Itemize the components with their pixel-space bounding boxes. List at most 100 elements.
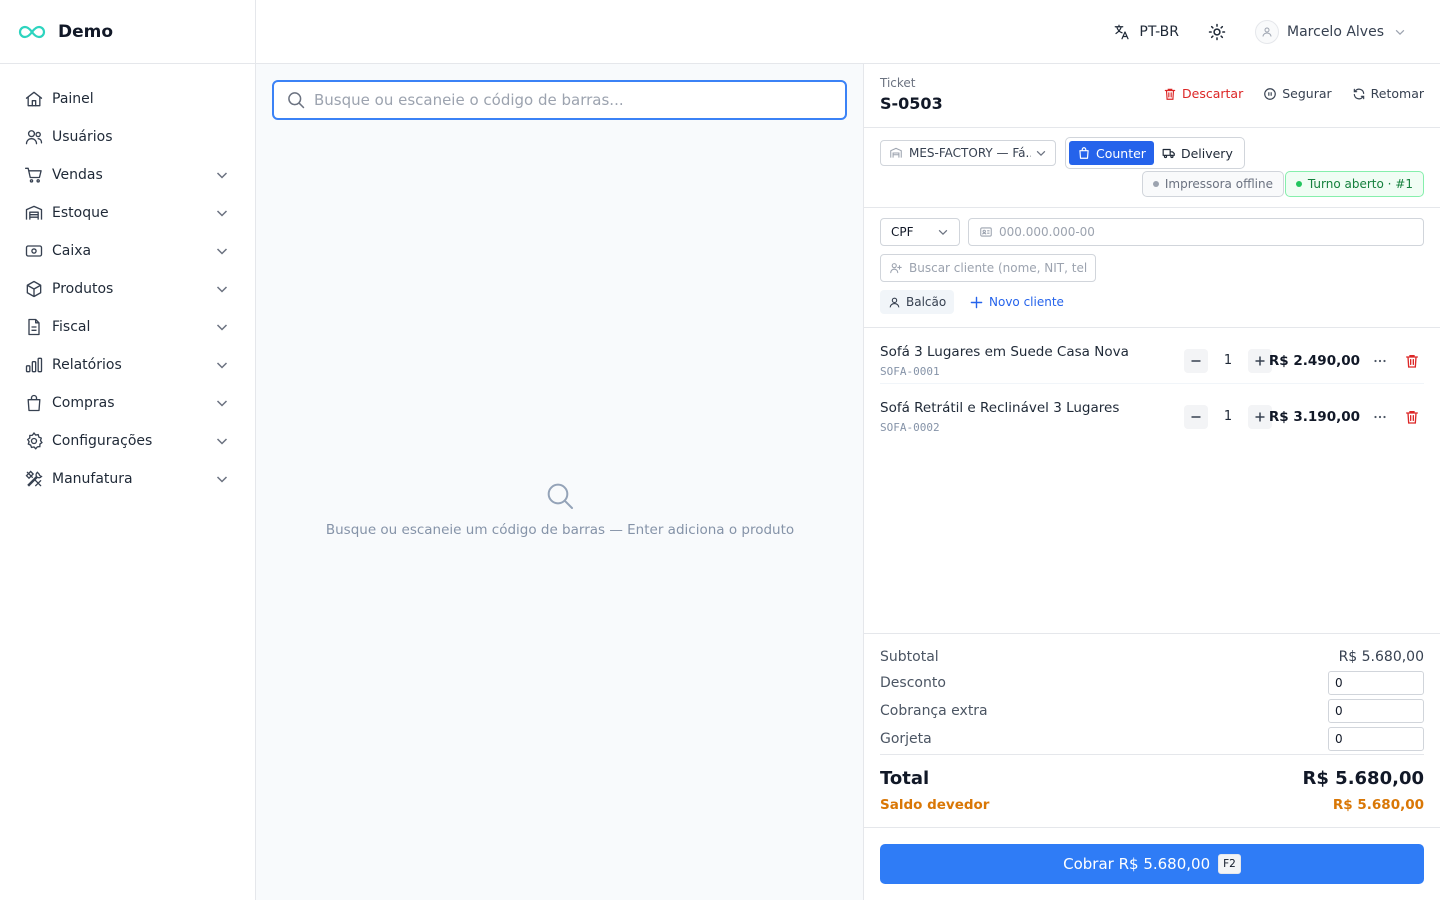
sidebar-item-label: Estoque <box>52 205 109 221</box>
mode-counter-label: Counter <box>1096 145 1146 161</box>
product-search-panel: Busque ou escaneie um código de barras —… <box>256 64 864 900</box>
location-select[interactable]: MES-FACTORY — Fá... <box>880 140 1056 166</box>
surcharge-input[interactable] <box>1328 699 1424 723</box>
status-dot <box>1295 181 1302 187</box>
sidebar-item-label: Manufatura <box>52 471 133 487</box>
resume-button[interactable]: Retomar <box>1352 86 1424 101</box>
language-label: PT-BR <box>1139 23 1180 40</box>
ticket-label: Ticket <box>880 76 916 90</box>
barcode-search-input[interactable] <box>314 91 834 109</box>
sidebar-item-relatorios[interactable]: Relatórios <box>0 346 255 384</box>
surcharge-label: Cobrança extra <box>880 703 988 719</box>
sidebar-item-estoque[interactable]: Estoque <box>0 194 255 232</box>
subtotal-row: Subtotal R$ 5.680,00 <box>880 644 1424 670</box>
sidebar-item-compras[interactable]: Compras <box>0 384 255 422</box>
sun-icon[interactable] <box>1207 22 1227 42</box>
sidebar-item-vendas[interactable]: Vendas <box>0 156 255 194</box>
language-switcher[interactable]: PT-BR <box>1113 23 1179 41</box>
user-plus-icon <box>889 261 903 275</box>
document-type-select[interactable]: CPF <box>880 218 960 246</box>
chevron-down-icon <box>215 168 229 182</box>
balance-due-row: Saldo devedor R$ 5.680,00 <box>880 792 1424 818</box>
sidebar-item-manufatura[interactable]: Manufatura <box>0 460 255 498</box>
translate-icon <box>1113 23 1131 41</box>
more-horizontal-icon[interactable] <box>1372 353 1388 369</box>
line-sku: SOFA-0001 <box>880 365 940 378</box>
shopping-bag-icon <box>1077 146 1091 160</box>
discount-input[interactable] <box>1328 671 1424 695</box>
customer-search-input[interactable] <box>909 261 1087 275</box>
sidebar-item-label: Configurações <box>52 433 153 449</box>
search-icon <box>544 480 576 512</box>
hold-button[interactable]: Segurar <box>1263 86 1332 101</box>
tools-icon <box>24 469 44 489</box>
sidebar-item-produtos[interactable]: Produtos <box>0 270 255 308</box>
ticket-options: MES-FACTORY — Fá... Counter Delivery Imp… <box>864 128 1440 208</box>
sidebar-item-configuracoes[interactable]: Configurações <box>0 422 255 460</box>
total-label: Total <box>880 767 930 789</box>
document-number-field[interactable] <box>968 218 1424 246</box>
customer-section: CPF Balcão Novo cliente <box>864 208 1440 328</box>
shift-status-badge: Turno aberto · #1 <box>1284 171 1424 197</box>
chevron-down-icon <box>215 244 229 258</box>
line-sku: SOFA-0002 <box>880 421 940 434</box>
sidebar-item-label: Usuários <box>52 129 113 145</box>
charge-button[interactable]: Cobrar R$ 5.680,00 F2 <box>880 844 1424 884</box>
sidebar-item-label: Painel <box>52 91 94 107</box>
charge-label: Cobrar R$ 5.680,00 <box>1063 855 1211 873</box>
walk-in-customer-chip[interactable]: Balcão <box>880 290 955 314</box>
decrease-qty-button[interactable] <box>1184 349 1208 373</box>
chevron-down-icon <box>215 434 229 448</box>
chevron-down-icon <box>215 358 229 372</box>
sidebar-item-label: Compras <box>52 395 115 411</box>
user-icon <box>888 296 901 309</box>
new-customer-button[interactable]: Novo cliente <box>970 290 1064 314</box>
mode-delivery-button[interactable]: Delivery <box>1154 141 1241 165</box>
chevron-down-icon <box>215 320 229 334</box>
chevron-down-icon <box>215 472 229 486</box>
balance-due-label: Saldo devedor <box>880 797 990 813</box>
cash-register-icon <box>24 241 44 261</box>
sidebar-item-label: Caixa <box>52 243 92 259</box>
brand-name: Demo <box>58 21 114 42</box>
line-price: R$ 2.490,00 <box>1268 353 1360 369</box>
tip-input[interactable] <box>1328 727 1424 751</box>
home-icon <box>24 89 44 109</box>
mode-delivery-label: Delivery <box>1180 145 1233 161</box>
mode-counter-button[interactable]: Counter <box>1069 141 1154 165</box>
ticket-panel: Ticket S-0503 Descartar Segurar Retomar … <box>864 64 1440 900</box>
cart-line: Sofá 3 Lugares em Suede Casa Nova SOFA-0… <box>880 328 1424 383</box>
status-dot <box>1152 181 1159 187</box>
box-icon <box>24 279 44 299</box>
trash-icon[interactable] <box>1404 353 1420 369</box>
document-number-input[interactable] <box>999 225 1413 239</box>
shift-status-text: Turno aberto · #1 <box>1307 177 1413 191</box>
sidebar: Demo Painel Usuários Vendas Estoque Caix… <box>0 0 256 900</box>
trash-icon <box>1163 87 1177 101</box>
brand[interactable]: Demo <box>0 0 255 64</box>
sidebar-item-label: Produtos <box>52 281 114 297</box>
balance-due-value: R$ 5.680,00 <box>1332 797 1424 813</box>
minus-icon <box>1190 355 1202 367</box>
ticket-actions: Descartar Segurar Retomar <box>1143 86 1424 101</box>
barcode-search-box[interactable] <box>272 80 847 120</box>
trash-icon[interactable] <box>1404 409 1420 425</box>
totals-section: Subtotal R$ 5.680,00 Desconto Cobrança e… <box>864 633 1440 828</box>
search-icon <box>286 90 306 110</box>
tip-label: Gorjeta <box>880 731 932 747</box>
charge-section: Cobrar R$ 5.680,00 F2 <box>864 827 1440 900</box>
customer-search-field[interactable] <box>880 254 1096 282</box>
discard-button[interactable]: Descartar <box>1163 86 1243 101</box>
document-type-value: CPF <box>891 225 914 239</box>
sidebar-item-painel[interactable]: Painel <box>0 80 255 118</box>
sidebar-item-usuarios[interactable]: Usuários <box>0 118 255 156</box>
store-icon <box>889 146 903 160</box>
sidebar-item-caixa[interactable]: Caixa <box>0 232 255 270</box>
sidebar-item-fiscal[interactable]: Fiscal <box>0 308 255 346</box>
user-menu[interactable]: Marcelo Alves <box>1255 19 1406 44</box>
more-horizontal-icon[interactable] <box>1372 409 1388 425</box>
cart-lines: Sofá 3 Lugares em Suede Casa Nova SOFA-0… <box>864 328 1440 634</box>
line-price: R$ 3.190,00 <box>1268 409 1360 425</box>
decrease-qty-button[interactable] <box>1184 405 1208 429</box>
plus-icon <box>1254 411 1266 423</box>
